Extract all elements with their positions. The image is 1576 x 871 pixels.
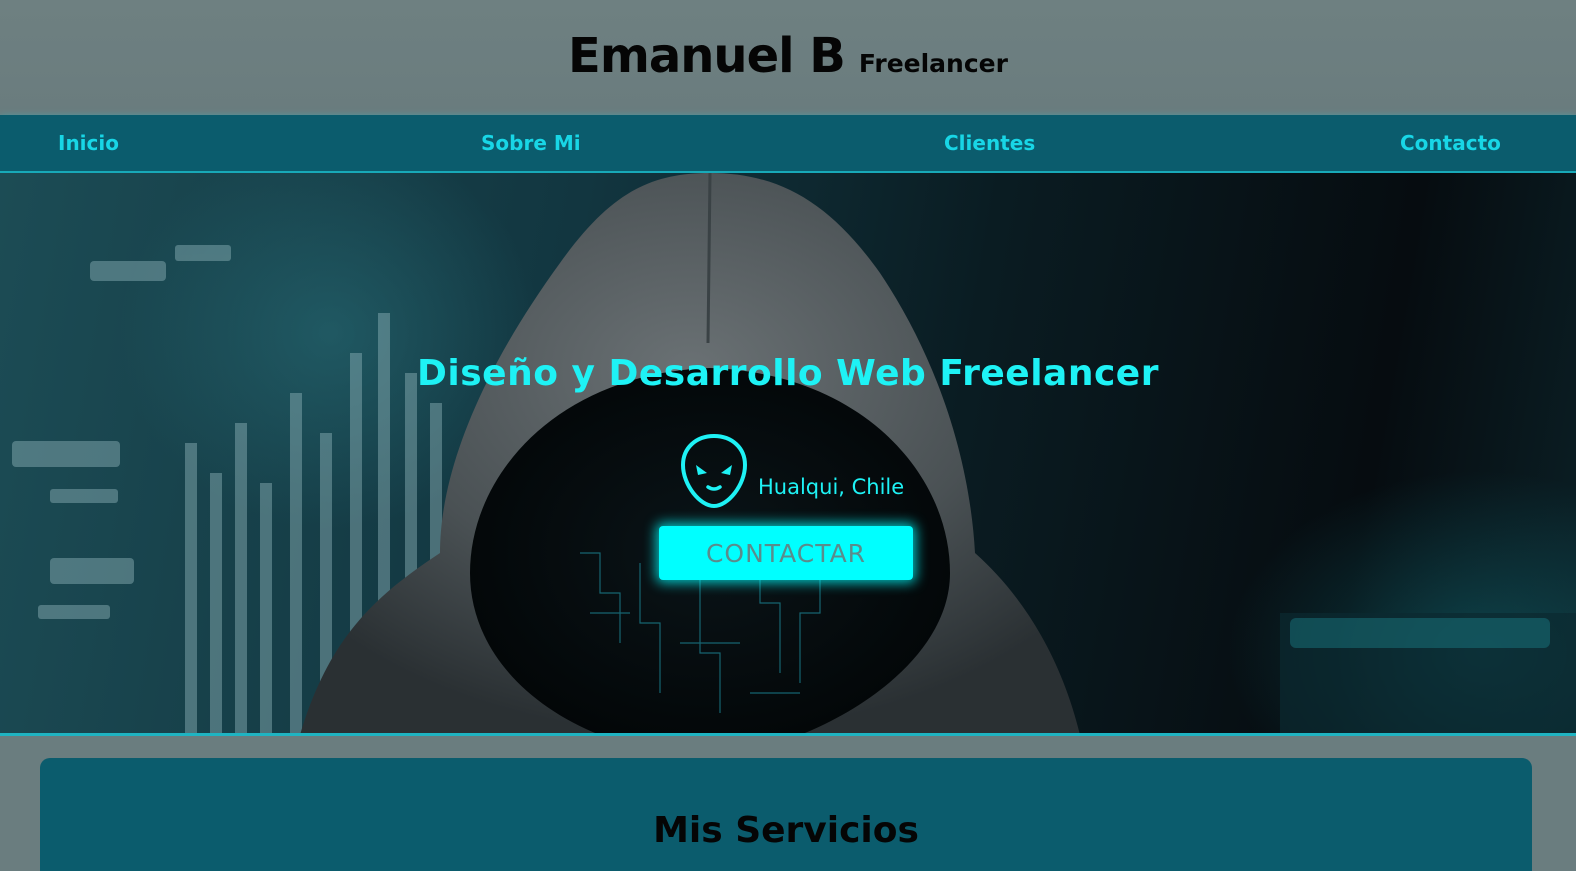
- nav-link-contacto[interactable]: Contacto: [1400, 131, 1501, 155]
- brand: Emanuel B Freelancer: [568, 28, 1008, 84]
- location: Hualqui, Chile: [680, 433, 904, 509]
- nav-link-inicio[interactable]: Inicio: [58, 131, 119, 155]
- main-nav: Inicio Sobre Mi Clientes Contacto: [0, 115, 1576, 173]
- hero-title: Diseño y Desarrollo Web Freelancer: [417, 353, 1159, 394]
- location-text: Hualqui, Chile: [758, 475, 905, 499]
- alien-face-icon: [680, 433, 748, 509]
- contact-button[interactable]: CONTACTAR: [659, 526, 913, 580]
- services-section: Mis Servicios: [40, 758, 1532, 871]
- hero-divider: [0, 733, 1576, 736]
- nav-link-clientes[interactable]: Clientes: [944, 131, 1035, 155]
- hero-section: Diseño y Desarrollo Web Freelancer Hualq…: [0, 173, 1576, 735]
- services-title: Mis Servicios: [653, 810, 919, 851]
- site-header: Emanuel B Freelancer: [0, 0, 1576, 115]
- brand-name: Emanuel B: [568, 27, 846, 84]
- nav-link-sobre-mi[interactable]: Sobre Mi: [481, 131, 581, 155]
- brand-tagline: Freelancer: [858, 48, 1008, 78]
